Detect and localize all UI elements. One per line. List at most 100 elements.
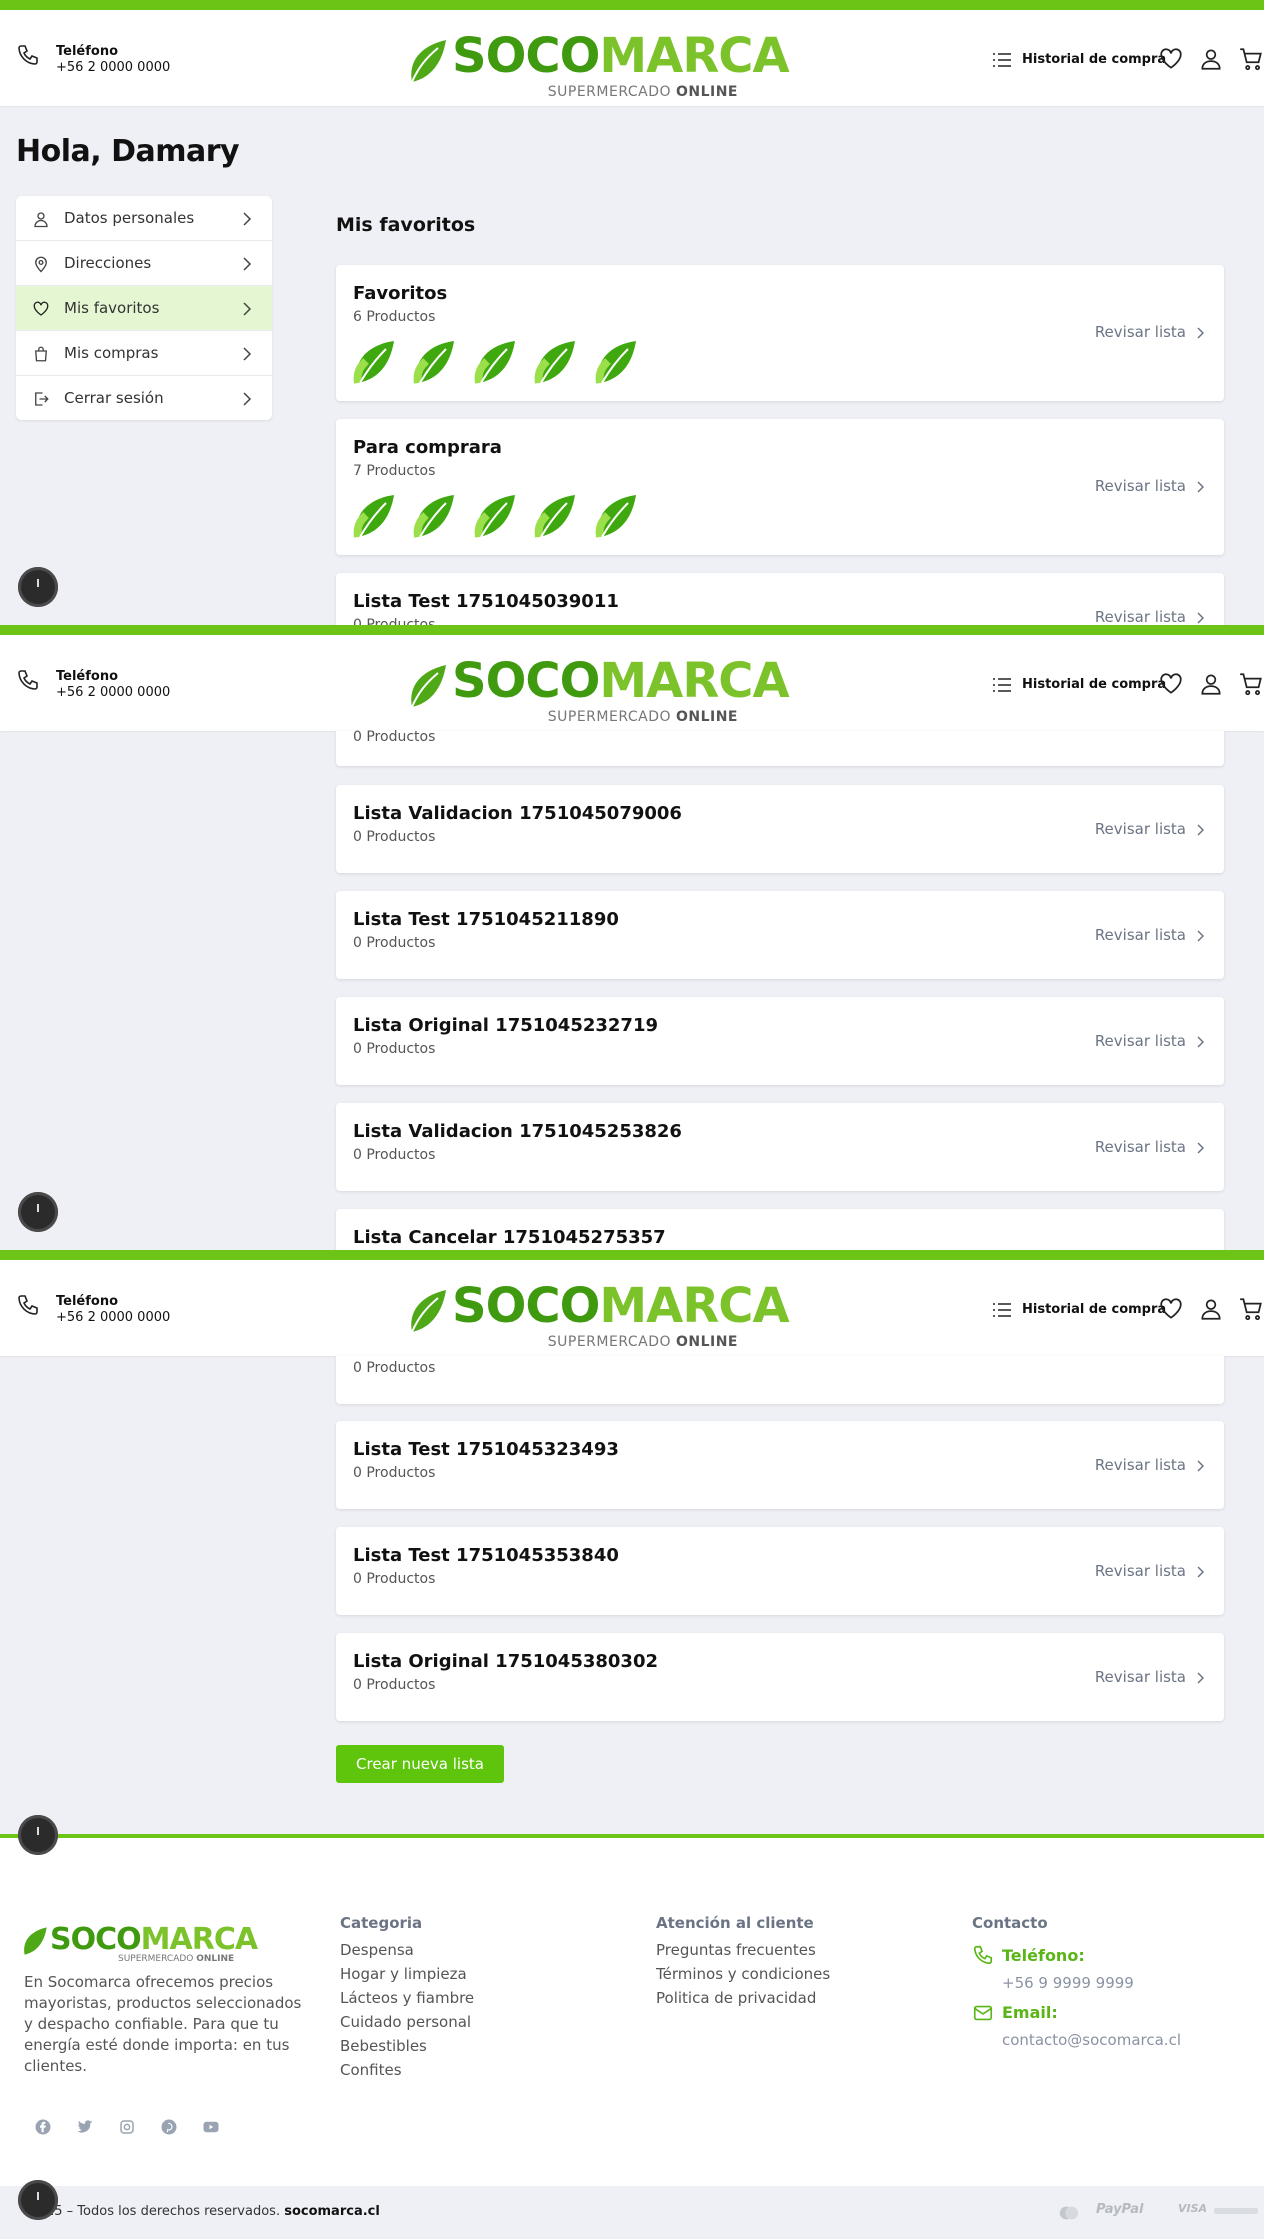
heart-icon[interactable] bbox=[1158, 671, 1184, 697]
list-card[interactable]: Lista Test 1751045323493 0 Productos Rev… bbox=[336, 1421, 1224, 1509]
list-card[interactable]: 0 Productos bbox=[336, 1356, 1224, 1404]
footer-categories: Categoria Despensa Hogar y limpieza Láct… bbox=[340, 1914, 474, 2082]
footer-phone[interactable]: +56 9 9999 9999 bbox=[1002, 1974, 1134, 1992]
heart-icon[interactable] bbox=[1158, 1296, 1184, 1322]
footer-link[interactable]: Despensa bbox=[340, 1938, 474, 1962]
user-icon[interactable] bbox=[1198, 1296, 1224, 1322]
sidebar-item-purchases[interactable]: Mis compras bbox=[16, 331, 272, 376]
phone-icon bbox=[18, 670, 38, 690]
review-list-link[interactable]: Revisar lista bbox=[1095, 608, 1205, 626]
purchase-history-link[interactable]: Historial de compra bbox=[992, 1298, 1166, 1322]
list-card[interactable]: Lista Validacion 1751045253826 0 Product… bbox=[336, 1103, 1224, 1191]
cart-icon[interactable] bbox=[1238, 1296, 1264, 1322]
product-thumbnail-icon bbox=[414, 341, 455, 384]
list-icon bbox=[993, 1303, 1011, 1317]
purchase-history-link[interactable]: Historial de compra bbox=[992, 48, 1166, 72]
cart-icon[interactable] bbox=[1238, 671, 1264, 697]
logo[interactable]: SOCOMARCA SUPERMERCADO ONLINE bbox=[408, 28, 790, 100]
review-list-link[interactable]: Revisar lista bbox=[1095, 926, 1205, 944]
list-card[interactable]: Lista Validacion 1751045079006 0 Product… bbox=[336, 785, 1224, 873]
list-card[interactable]: 0 Productos bbox=[336, 729, 1224, 766]
chevron-right-icon bbox=[1197, 1565, 1205, 1578]
site-header: Teléfono +56 2 0000 0000 SOCOMARCA SUPER… bbox=[0, 1250, 1264, 1356]
page-title: Hola, Damary bbox=[16, 134, 240, 169]
list-card[interactable]: Favoritos 6 Productos Revisar lista bbox=[336, 265, 1224, 401]
footer-customer-service: Atención al cliente Preguntas frecuentes… bbox=[656, 1914, 830, 2010]
list-card[interactable]: Lista Test 1751045211890 0 Productos Rev… bbox=[336, 891, 1224, 979]
review-list-link[interactable]: Revisar lista bbox=[1095, 1456, 1205, 1474]
mail-icon bbox=[973, 2005, 993, 2021]
product-thumbnail-icon bbox=[534, 495, 576, 538]
chevron-right-icon bbox=[1197, 611, 1205, 624]
product-thumbnails bbox=[352, 337, 650, 387]
product-thumbnail-icon bbox=[595, 341, 636, 384]
chevron-right-icon bbox=[1197, 326, 1205, 339]
product-thumbnail-icon bbox=[414, 495, 455, 538]
footer-link[interactable]: Bebestibles bbox=[340, 2034, 474, 2058]
facebook-icon[interactable] bbox=[34, 2118, 52, 2136]
logo[interactable]: SOCOMARCA SUPERMERCADO ONLINE bbox=[408, 1278, 790, 1350]
footer-link[interactable]: Términos y condiciones bbox=[656, 1962, 830, 1986]
sidebar-item-addresses[interactable]: Direcciones bbox=[16, 241, 272, 286]
sidebar-item-favorites[interactable]: Mis favoritos bbox=[16, 286, 272, 331]
footer-link[interactable]: Lácteos y fiambre bbox=[340, 1986, 474, 2010]
list-card[interactable]: Lista Test 1751045353840 0 Productos Rev… bbox=[336, 1527, 1224, 1615]
mastercard-icon bbox=[1059, 2206, 1079, 2220]
sidebar-item-logout[interactable]: Cerrar sesión bbox=[16, 376, 272, 420]
review-list-link[interactable]: Revisar lista bbox=[1095, 1138, 1205, 1156]
list-card[interactable]: Lista Cancelar 1751045275357 bbox=[336, 1209, 1224, 1251]
user-icon[interactable] bbox=[1198, 671, 1224, 697]
pinterest-icon[interactable] bbox=[160, 2118, 178, 2136]
logo[interactable]: SOCOMARCA SUPERMERCADO ONLINE bbox=[408, 653, 790, 725]
shopping-bag-icon bbox=[35, 346, 47, 362]
floating-button[interactable] bbox=[18, 2180, 58, 2220]
youtube-icon[interactable] bbox=[202, 2118, 220, 2136]
review-list-link[interactable]: Revisar lista bbox=[1095, 477, 1205, 495]
footer-email[interactable]: contacto@socomarca.cl bbox=[1002, 2031, 1181, 2049]
payment-badge bbox=[1214, 2208, 1258, 2214]
leaf-icon bbox=[411, 1290, 446, 1333]
create-new-list-button[interactable]: Crear nueva lista bbox=[336, 1745, 504, 1783]
user-icon[interactable] bbox=[1198, 46, 1224, 72]
floating-button[interactable] bbox=[18, 1815, 58, 1855]
chevron-right-icon bbox=[1197, 480, 1205, 493]
floating-button[interactable] bbox=[18, 567, 58, 607]
product-thumbnail-icon bbox=[474, 341, 515, 384]
paypal-logo: PayPal bbox=[1096, 2202, 1144, 2217]
footer-contact: Contacto bbox=[972, 1914, 1048, 1932]
footer-logo[interactable]: SOCOMARCA SUPERMERCADO ONLINE bbox=[22, 1922, 258, 1964]
chevron-right-icon bbox=[243, 257, 252, 271]
list-card[interactable]: Para comprara 7 Productos Revisar lista bbox=[336, 419, 1224, 555]
floating-button[interactable] bbox=[18, 1192, 58, 1232]
product-thumbnails bbox=[352, 491, 650, 541]
leaf-icon bbox=[411, 665, 446, 708]
location-pin-icon bbox=[35, 256, 47, 273]
cart-icon[interactable] bbox=[1238, 46, 1264, 72]
review-list-link[interactable]: Revisar lista bbox=[1095, 1032, 1205, 1050]
chevron-right-icon bbox=[243, 212, 252, 226]
review-list-link[interactable]: Revisar lista bbox=[1095, 1562, 1205, 1580]
list-icon bbox=[993, 53, 1011, 67]
product-thumbnail-icon bbox=[353, 341, 394, 384]
list-card[interactable]: Lista Original 1751045232719 0 Productos… bbox=[336, 997, 1224, 1085]
instagram-icon[interactable] bbox=[118, 2118, 136, 2136]
footer-link[interactable]: Politica de privacidad bbox=[656, 1986, 830, 2010]
product-thumbnail-icon bbox=[595, 495, 636, 538]
purchase-history-link[interactable]: Historial de compra bbox=[992, 673, 1166, 697]
review-list-link[interactable]: Revisar lista bbox=[1095, 323, 1205, 341]
review-list-link[interactable]: Revisar lista bbox=[1095, 820, 1205, 838]
chevron-right-icon bbox=[1197, 1035, 1205, 1048]
review-list-link[interactable]: Revisar lista bbox=[1095, 1668, 1205, 1686]
phone-label: Teléfono bbox=[56, 1294, 119, 1309]
phone-number: +56 2 0000 0000 bbox=[56, 685, 171, 700]
heart-icon[interactable] bbox=[1158, 46, 1184, 72]
twitter-icon[interactable] bbox=[76, 2118, 94, 2136]
sidebar-item-personal-data[interactable]: Datos personales bbox=[16, 196, 272, 241]
chevron-right-icon bbox=[1197, 1141, 1205, 1154]
list-card[interactable]: Lista Original 1751045380302 0 Productos… bbox=[336, 1633, 1224, 1721]
footer-link[interactable]: Hogar y limpieza bbox=[340, 1962, 474, 1986]
footer-link[interactable]: Cuidado personal bbox=[340, 2010, 474, 2034]
footer-link[interactable]: Preguntas frecuentes bbox=[656, 1938, 830, 1962]
phone-label: Teléfono bbox=[56, 44, 119, 59]
footer-link[interactable]: Confites bbox=[340, 2058, 474, 2082]
